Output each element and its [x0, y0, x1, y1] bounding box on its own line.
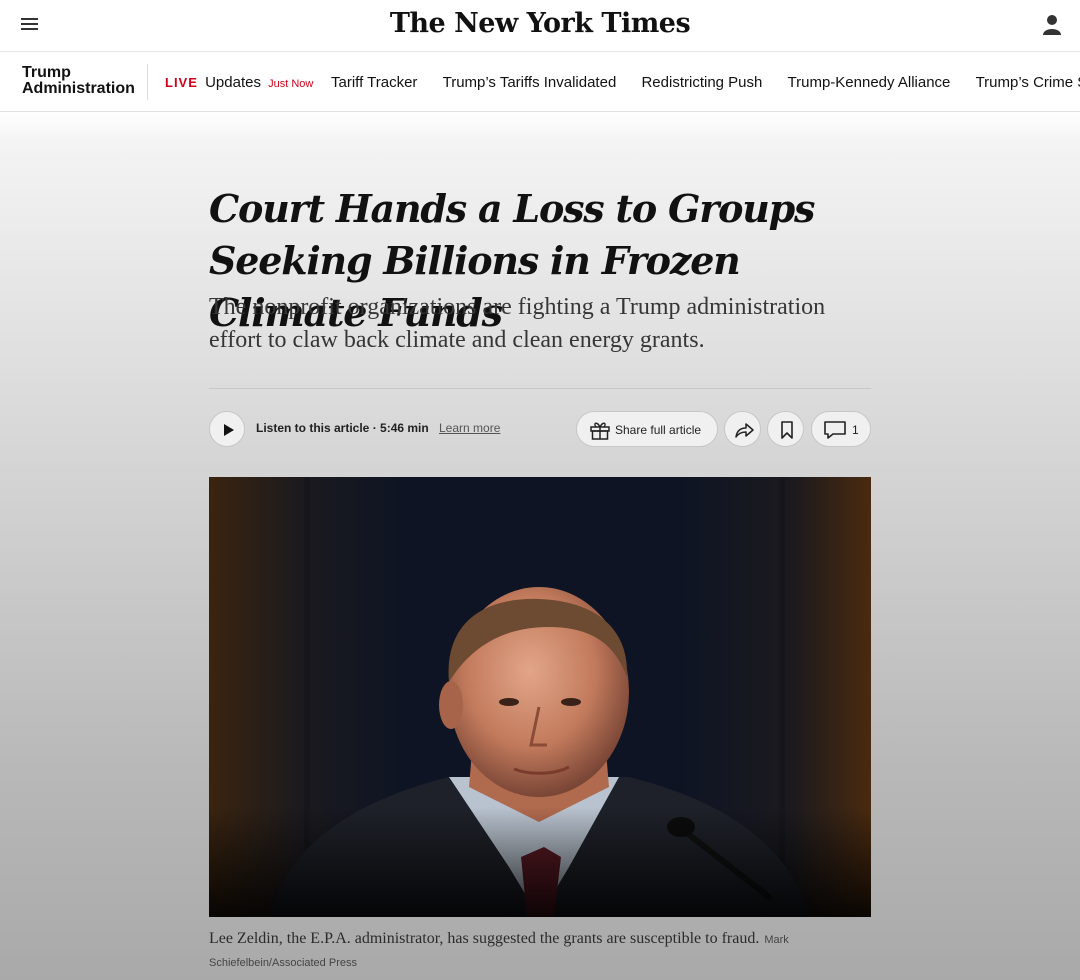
nav-link-trump-kennedy[interactable]: Trump-Kennedy Alliance — [788, 74, 951, 91]
caption-text: Lee Zeldin, the E.P.A. administrator, ha… — [209, 930, 760, 947]
nav-section-title[interactable]: Trump Administration — [22, 65, 135, 97]
gift-icon — [590, 422, 610, 440]
live-label: Updates — [205, 74, 261, 91]
masthead-logo[interactable]: The New York Times — [0, 8, 1080, 39]
share-button[interactable] — [724, 411, 761, 447]
nav-link-crime-strategy[interactable]: Trump’s Crime Strategy — [976, 74, 1080, 91]
play-audio-button[interactable] — [209, 411, 245, 447]
comments-button[interactable]: 1 — [811, 411, 871, 447]
share-arrow-icon — [735, 423, 754, 438]
share-full-article-button[interactable]: Share full article — [576, 411, 718, 447]
comment-count: 1 — [852, 423, 859, 437]
play-icon — [224, 424, 234, 436]
share-full-article-label: Share full article — [615, 423, 702, 437]
comment-icon — [824, 421, 846, 439]
listen-label: Listen to this article · 5:46 min — [256, 421, 429, 435]
live-updates-link[interactable]: LIVE Updates Just Now — [165, 74, 313, 91]
save-button[interactable] — [767, 411, 804, 447]
section-nav: Trump Administration LIVE Updates Just N… — [0, 52, 1080, 112]
nav-link-redistricting[interactable]: Redistricting Push — [641, 74, 762, 91]
learn-more-link[interactable]: Learn more — [439, 421, 500, 435]
photo-caption: Lee Zeldin, the E.P.A. administrator, ha… — [209, 928, 871, 974]
account-icon[interactable] — [1043, 14, 1061, 36]
bookmark-icon — [781, 421, 793, 439]
nav-divider — [147, 64, 148, 100]
live-badge: LIVE — [165, 75, 198, 90]
nav-links: Tariff Tracker Trump’s Tariffs Invalidat… — [331, 74, 1080, 91]
nav-section-title-line-1: Trump — [22, 64, 71, 81]
live-timestamp: Just Now — [268, 78, 314, 90]
top-bar: The New York Times — [0, 0, 1080, 52]
nav-link-tariffs-invalidated[interactable]: Trump’s Tariffs Invalidated — [443, 74, 617, 91]
nav-section-title-line-2: Administration — [22, 80, 135, 97]
article-photo — [209, 477, 871, 917]
nav-link-tariff-tracker[interactable]: Tariff Tracker — [331, 74, 417, 91]
divider — [209, 388, 871, 389]
photo-illustration — [209, 477, 871, 917]
article-summary: The nonprofit organizations are fighting… — [209, 294, 826, 353]
